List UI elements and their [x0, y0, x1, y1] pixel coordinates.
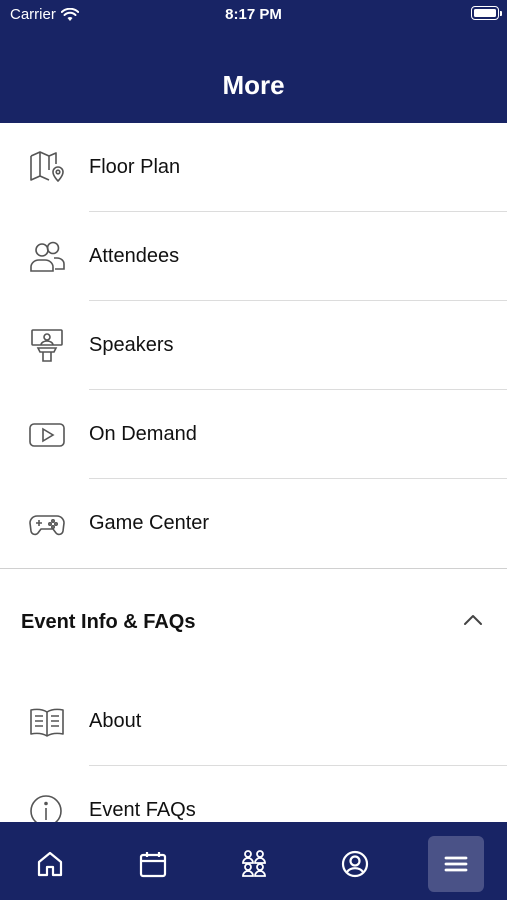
menu-item-speakers[interactable]: Speakers: [0, 301, 507, 390]
menu-item-label: Game Center: [89, 512, 210, 534]
menu-item-about[interactable]: About: [0, 677, 507, 766]
menu-item-game-center[interactable]: Game Center: [0, 479, 507, 568]
menu-item-label: On Demand: [89, 423, 197, 445]
book-icon: [30, 708, 64, 737]
menu-item-label: Event FAQs: [89, 799, 196, 821]
bottom-tab-bar: [0, 822, 507, 900]
app-header: Carrier 8:17 PM More: [0, 0, 507, 123]
section-header-event-info[interactable]: Event Info & FAQs: [0, 569, 507, 677]
menu-item-attendees[interactable]: Attendees: [0, 212, 507, 301]
calendar-icon: [139, 852, 167, 878]
chevron-up-icon[interactable]: [463, 613, 483, 627]
tab-attendees[interactable]: [226, 836, 282, 892]
gamepad-icon: [29, 515, 65, 536]
status-bar: Carrier 8:17 PM: [0, 0, 507, 30]
people-icon: [30, 241, 65, 272]
menu-item-label: Floor Plan: [89, 156, 181, 178]
more-menu-list: Floor Plan Attendees Speakers On Demand: [0, 123, 507, 568]
menu-item-label: Speakers: [89, 334, 174, 356]
tab-profile[interactable]: [327, 836, 383, 892]
status-time: 8:17 PM: [225, 6, 282, 23]
section-title: Event Info & FAQs: [21, 611, 196, 633]
page-title: More: [222, 70, 285, 100]
tab-agenda[interactable]: [125, 836, 181, 892]
menu-item-label: Attendees: [89, 245, 180, 267]
battery-icon: [471, 6, 502, 20]
tab-more[interactable]: [428, 836, 484, 892]
user-circle-icon: [341, 850, 369, 878]
menu-item-label: About: [89, 710, 142, 732]
video-play-icon: [29, 423, 65, 447]
menu-item-on-demand[interactable]: On Demand: [0, 390, 507, 479]
menu-icon: [444, 856, 468, 872]
home-icon: [37, 851, 63, 877]
group-icon: [242, 850, 266, 877]
map-pin-icon: [30, 151, 64, 182]
tab-home[interactable]: [22, 836, 78, 892]
menu-item-floor-plan[interactable]: Floor Plan: [0, 123, 507, 212]
podium-icon: [31, 329, 63, 362]
